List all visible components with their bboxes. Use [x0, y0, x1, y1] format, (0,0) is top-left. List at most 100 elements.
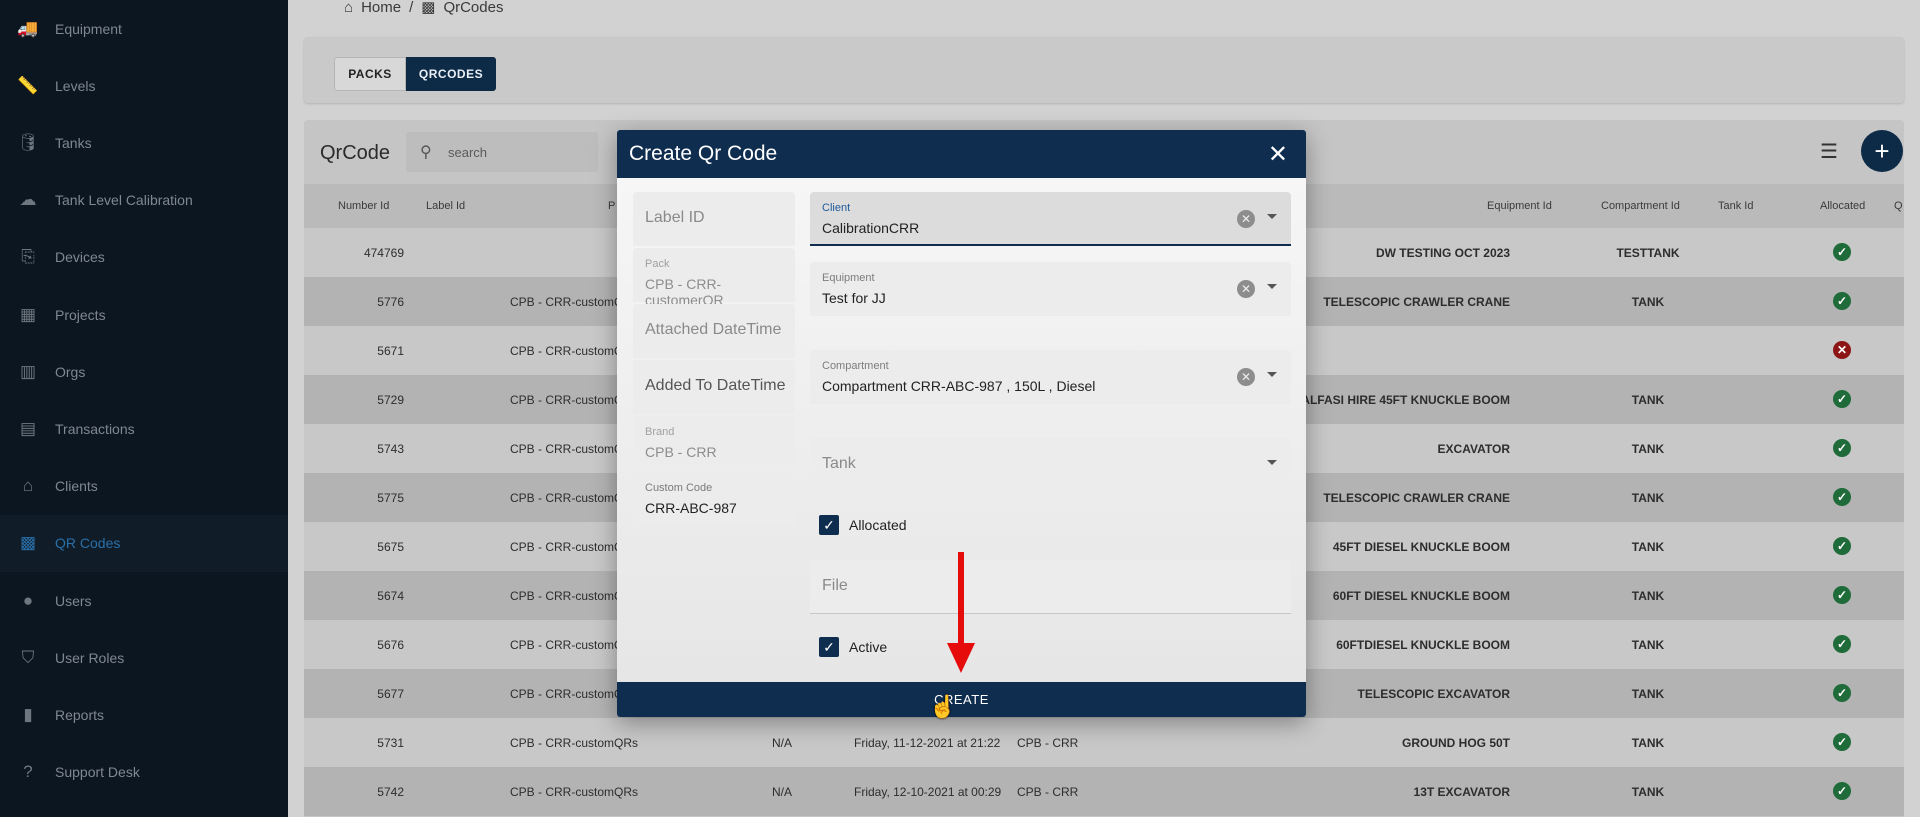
check-circle-icon: ✓ [1833, 586, 1851, 604]
document-icon: ▤ [19, 418, 37, 438]
cell-compartment: TANK [1631, 589, 1665, 603]
sidebar-item-label: User Roles [55, 649, 125, 666]
search-input[interactable]: ⚲ search [406, 132, 598, 172]
cell-equipment: TELESCOPIC EXCAVATOR [1357, 687, 1510, 701]
cell-equipment: 60FT DIESEL KNUCKLE BOOM [1332, 589, 1510, 603]
column-header-tank-id[interactable]: Tank Id [1718, 200, 1753, 212]
check-circle-icon: ✓ [1833, 684, 1851, 702]
sidebar-item-orgs[interactable]: ▥ Orgs [0, 343, 288, 400]
sidebar-item-transactions[interactable]: ▤ Transactions [0, 400, 288, 457]
sidebar-item-label: Tanks [55, 134, 92, 151]
cell-compartment: TANK [1631, 540, 1665, 554]
column-header-q[interactable]: Q [1894, 200, 1903, 212]
breadcrumb-separator: / [409, 0, 414, 16]
tank-select[interactable]: Tank [810, 438, 1291, 492]
check-circle-icon: ✓ [1833, 488, 1851, 506]
file-input[interactable]: File [810, 560, 1291, 614]
close-icon[interactable]: ✕ [1268, 140, 1288, 169]
ruler-icon: 📏 [17, 75, 39, 95]
check-circle-icon: ✓ [1833, 243, 1851, 261]
qr-code-icon: ▩ [421, 0, 436, 16]
cell-number-id: 5742 [377, 785, 404, 799]
column-header-allocated[interactable]: Allocated [1820, 200, 1865, 212]
table-row[interactable]: 5731 CPB - CRR-customQRs N/A Friday, 11-12-… [304, 718, 1904, 767]
equipment-value: Test for JJ [822, 290, 886, 306]
sidebar-item-equipment[interactable]: 🚚 Equipment [0, 0, 288, 57]
sidebar-item-clients[interactable]: ⌂ Clients [0, 458, 288, 515]
qr-code-icon: ▩ [19, 533, 37, 553]
home-icon[interactable]: ⌂ [344, 0, 353, 16]
sidebar-item-users[interactable]: ● Users [0, 572, 288, 629]
tab-packs[interactable]: PACKS [334, 57, 406, 91]
sidebar-item-projects[interactable]: ▦ Projects [0, 286, 288, 343]
custom-code-field[interactable]: Custom Code CRR-ABC-987 [633, 472, 795, 526]
attached-datetime-field[interactable]: Attached DateTime [633, 304, 795, 358]
custom-code-label: Custom Code [645, 482, 713, 494]
chevron-down-icon[interactable] [1267, 460, 1277, 465]
compartment-value: Compartment CRR-ABC-987 , 150L , Diesel [822, 378, 1096, 394]
sidebar-item-support-desk[interactable]: ? Support Desk [0, 744, 288, 801]
truck-icon: 🚚 [17, 18, 39, 38]
cell-pack: CPB - CRR-customQ [510, 442, 624, 456]
chevron-down-icon[interactable] [1267, 214, 1277, 219]
cell-equipment: 13T EXCAVATOR [1413, 785, 1510, 799]
compartment-select[interactable]: Compartment Compartment CRR-ABC-987 , 15… [810, 350, 1291, 404]
sidebar-item-tanks[interactable]: 🛢 Tanks [0, 114, 288, 171]
column-header-pack[interactable]: P [608, 200, 615, 212]
sidebar-item-levels[interactable]: 📏 Levels [0, 57, 288, 114]
column-header-compartment-id[interactable]: Compartment Id [1601, 200, 1680, 212]
dialog-title: Create Qr Code [629, 142, 778, 165]
search-icon: ⚲ [420, 144, 432, 161]
sidebar-item-label: QR Codes [55, 535, 121, 552]
sidebar-item-qr-codes[interactable]: ▩ QR Codes [0, 514, 288, 572]
sidebar-item-tank-level-calibration[interactable]: ☁ Tank Level Calibration [0, 172, 288, 229]
sidebar: 🚚 Equipment 📏 Levels 🛢 Tanks ☁ Tank Level Calib… [0, 0, 288, 817]
add-qrcode-button[interactable]: + [1861, 130, 1903, 172]
cell-compartment: TANK [1631, 393, 1665, 407]
export-columns-icon[interactable]: ☰ [1816, 138, 1842, 164]
sidebar-item-user-roles[interactable]: ⛉ User Roles [0, 629, 288, 686]
active-checkbox[interactable]: ✓ Active [819, 637, 887, 657]
search-placeholder: search [448, 144, 488, 160]
x-circle-icon: ✕ [1833, 341, 1851, 359]
column-header-equipment-id[interactable]: Equipment Id [1487, 200, 1552, 212]
tab-qrcodes[interactable]: QRCODES [406, 57, 496, 91]
cell-pack: CPB - CRR-customQ [510, 589, 624, 603]
added-to-datetime-field[interactable]: Added To DateTime [633, 360, 795, 414]
chevron-down-icon[interactable] [1267, 372, 1277, 377]
equipment-label: Equipment [822, 272, 875, 284]
table-row[interactable]: 5742 CPB - CRR-customQRs N/A Friday, 12-10-… [304, 767, 1904, 816]
cell-equipment: TELESCOPIC CRAWLER CRANE [1323, 491, 1510, 505]
breadcrumb: ⌂ Home / ▩ QrCodes [344, 0, 503, 16]
equipment-select[interactable]: Equipment Test for JJ ✕ [810, 262, 1291, 316]
cell-number-id: 5731 [377, 736, 404, 750]
breadcrumb-home[interactable]: Home [361, 0, 401, 16]
sidebar-item-devices[interactable]: ⎘ Devices [0, 229, 288, 286]
attached-datetime-placeholder: Attached DateTime [645, 321, 782, 338]
clear-equipment-icon[interactable]: ✕ [1237, 280, 1255, 298]
clear-compartment-icon[interactable]: ✕ [1237, 368, 1255, 386]
cell-pack: CPB - CRR-customQ [510, 687, 624, 701]
cell-compartment: TANK [1631, 442, 1665, 456]
cell-equipment: 45FT DIESEL KNUCKLE BOOM [1332, 540, 1510, 554]
brand-field: Brand CPB - CRR [633, 416, 795, 470]
column-header-label-id[interactable]: Label Id [426, 200, 465, 212]
cell-pack: CPB - CRR-customQ [510, 638, 624, 652]
shield-icon: ⛉ [21, 647, 35, 667]
checkmark-icon: ✓ [819, 637, 839, 657]
label-id-placeholder: Label ID [645, 209, 705, 226]
check-circle-icon: ✓ [1833, 537, 1851, 555]
create-button[interactable]: CREATE [617, 682, 1306, 717]
sidebar-item-reports[interactable]: ▮ Reports [0, 686, 288, 743]
map-icon: ▦ [19, 304, 37, 324]
client-select[interactable]: Client CalibrationCRR ✕ [810, 192, 1291, 246]
chevron-down-icon[interactable] [1267, 284, 1277, 289]
column-header-number-id[interactable]: Number Id [338, 200, 389, 212]
label-id-field[interactable]: Label ID [633, 192, 795, 246]
user-icon: ● [22, 590, 34, 610]
clear-client-icon[interactable]: ✕ [1237, 210, 1255, 228]
active-label: Active [849, 639, 888, 655]
allocated-checkbox[interactable]: ✓ Allocated [819, 515, 907, 535]
cell-number-id: 5676 [377, 638, 404, 652]
cell-equipment: ALFASI HIRE 45FT KNUCKLE BOOM [1301, 393, 1510, 407]
